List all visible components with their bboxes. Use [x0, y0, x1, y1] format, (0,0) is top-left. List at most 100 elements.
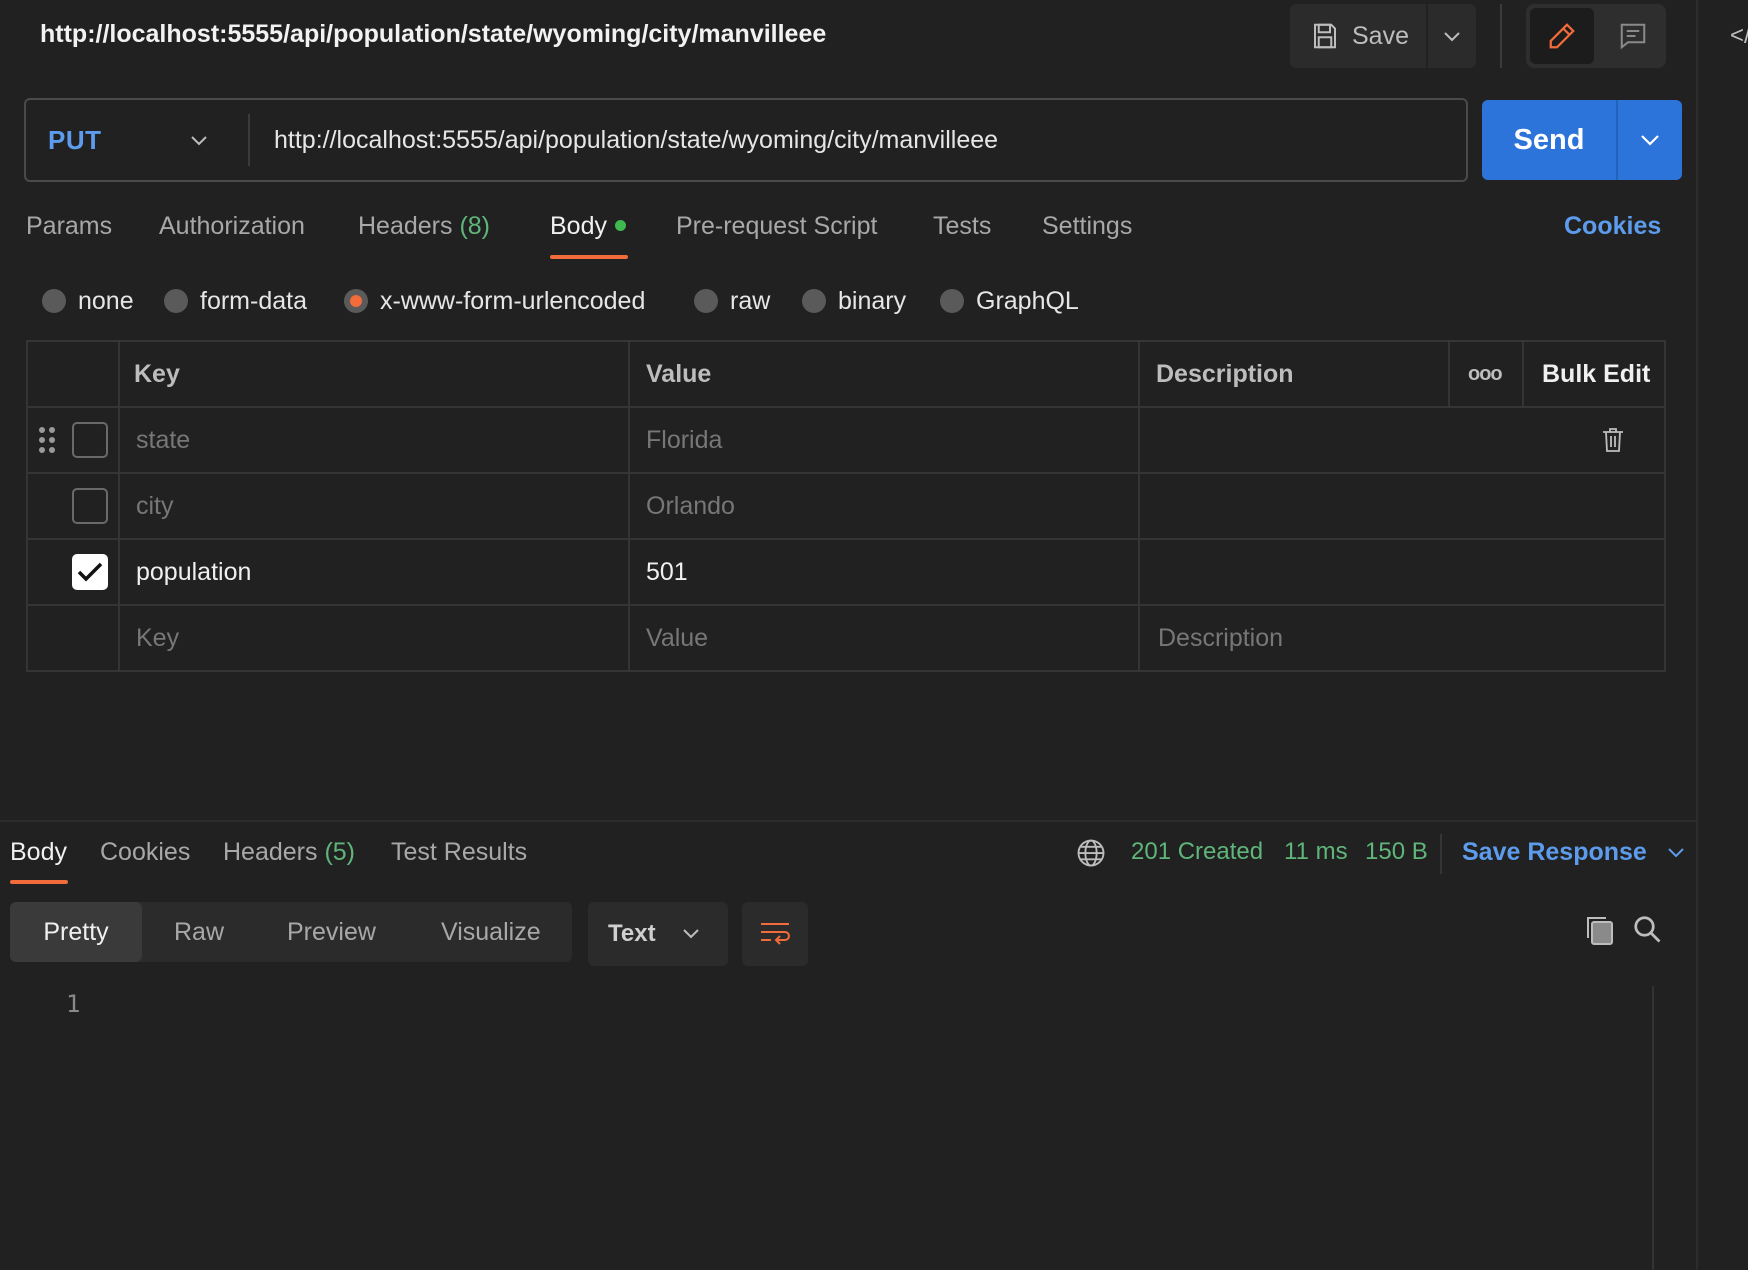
response-size[interactable]: 150 B — [1365, 838, 1428, 866]
response-tab-headers[interactable]: Headers (5) — [223, 838, 355, 867]
tab-label: Headers — [223, 838, 318, 866]
view-visualize[interactable]: Visualize — [441, 902, 541, 962]
radio-label: form-data — [200, 286, 307, 315]
table-row: population 501 — [28, 540, 1664, 606]
cookies-link[interactable]: Cookies — [1564, 212, 1661, 241]
status-code[interactable]: 201 Created — [1131, 838, 1263, 866]
send-options-button[interactable] — [1618, 100, 1682, 180]
key-field[interactable]: population — [136, 540, 251, 604]
radio-raw[interactable]: raw — [694, 284, 770, 318]
search-icon[interactable] — [1632, 914, 1662, 944]
comment-icon — [1618, 21, 1648, 51]
save-options-button[interactable] — [1426, 4, 1476, 68]
view-pretty[interactable]: Pretty — [10, 902, 142, 962]
method-selector[interactable]: PUT — [48, 100, 102, 180]
line-number: 1 — [66, 990, 81, 1018]
drag-handle-icon[interactable] — [38, 408, 56, 472]
view-raw[interactable]: Raw — [174, 902, 224, 962]
tab-label: Pre-request Script — [676, 212, 878, 240]
response-divider[interactable] — [0, 820, 1696, 822]
request-bar: PUT http://localhost:5555/api/population… — [24, 98, 1468, 182]
radio-label: GraphQL — [976, 286, 1079, 315]
row-checkbox[interactable] — [72, 422, 108, 458]
send-button[interactable]: Send — [1482, 100, 1616, 180]
response-tab-cookies[interactable]: Cookies — [100, 838, 190, 867]
tab-tests[interactable]: Tests — [933, 212, 991, 241]
column-header-value: Value — [646, 359, 712, 388]
modified-dot-icon — [614, 219, 626, 231]
response-time[interactable]: 11 ms — [1284, 838, 1348, 866]
response-tab-body[interactable]: Body — [10, 838, 67, 867]
new-description-field[interactable]: Description — [1158, 606, 1283, 670]
body-params-table: Key Value Description ooo Bulk Edit stat… — [26, 340, 1666, 672]
value-field[interactable]: Florida — [646, 408, 722, 472]
tab-pre-request-script[interactable]: Pre-request Script — [676, 212, 877, 241]
radio-icon — [42, 289, 66, 313]
more-options-icon[interactable]: ooo — [1468, 342, 1503, 406]
radio-graphql[interactable]: GraphQL — [940, 284, 1079, 318]
edit-mode-button[interactable] — [1530, 8, 1594, 64]
response-tab-test-results[interactable]: Test Results — [391, 838, 527, 867]
tab-label: Settings — [1042, 212, 1133, 240]
request-title[interactable]: http://localhost:5555/api/population/sta… — [40, 20, 826, 49]
key-field[interactable]: state — [136, 408, 190, 472]
row-checkbox-checked[interactable] — [72, 554, 108, 590]
chevron-down-icon — [1443, 30, 1461, 42]
tab-label: Params — [26, 212, 113, 240]
tab-label: Headers — [358, 212, 453, 240]
row-checkbox[interactable] — [72, 488, 108, 524]
tab-settings[interactable]: Settings — [1042, 212, 1132, 241]
key-field[interactable]: city — [136, 474, 174, 538]
radio-icon — [802, 289, 826, 313]
radio-label: raw — [730, 286, 771, 315]
tab-headers[interactable]: Headers (8) — [358, 212, 490, 241]
checkmark-icon — [77, 561, 103, 583]
save-label: Save — [1352, 21, 1409, 50]
comment-mode-button[interactable] — [1604, 8, 1662, 64]
value-field[interactable]: Orlando — [646, 474, 735, 538]
save-button[interactable]: Save — [1290, 4, 1424, 68]
radio-x-www-form-urlencoded[interactable]: x-www-form-urlencoded — [344, 284, 645, 318]
value-field[interactable]: 501 — [646, 540, 688, 604]
save-response-button[interactable]: Save Response — [1462, 838, 1685, 867]
radio-selected-icon — [344, 289, 368, 313]
editor-scrollbar[interactable] — [1652, 986, 1654, 1270]
chevron-down-icon[interactable] — [190, 100, 208, 180]
tab-params[interactable]: Params — [26, 212, 112, 241]
bulk-edit-button[interactable]: Bulk Edit — [1542, 342, 1650, 406]
url-input[interactable]: http://localhost:5555/api/population/sta… — [274, 100, 998, 180]
view-preview[interactable]: Preview — [287, 902, 376, 962]
active-tab-indicator — [10, 880, 68, 884]
radio-label: none — [78, 286, 134, 315]
tab-body[interactable]: Body — [550, 212, 626, 241]
format-select[interactable]: Text — [588, 902, 728, 966]
tab-authorization[interactable]: Authorization — [159, 212, 305, 241]
code-icon[interactable]: </ — [1730, 22, 1748, 50]
format-label: Text — [608, 920, 656, 947]
column-header-description: Description — [1156, 359, 1294, 388]
toolbar-divider — [1500, 4, 1502, 68]
method-divider — [248, 114, 250, 166]
mode-toggle — [1526, 4, 1666, 68]
chevron-down-icon — [682, 928, 700, 940]
tab-count: (8) — [459, 212, 491, 240]
radio-form-data[interactable]: form-data — [164, 284, 307, 318]
chevron-down-icon — [1667, 847, 1685, 859]
radio-none[interactable]: none — [42, 284, 134, 318]
save-button-group: Save — [1290, 4, 1476, 68]
tab-label: Tests — [933, 212, 992, 240]
tab-label: Authorization — [159, 212, 305, 240]
new-value-field[interactable]: Value — [646, 606, 708, 670]
table-row-new: Key Value Description — [28, 606, 1664, 670]
radio-icon — [694, 289, 718, 313]
copy-icon[interactable] — [1584, 914, 1614, 946]
table-row: state Florida — [28, 408, 1664, 474]
save-icon — [1310, 21, 1340, 51]
wrap-lines-button[interactable] — [742, 902, 808, 966]
trash-icon[interactable] — [1602, 408, 1624, 472]
globe-icon[interactable] — [1076, 838, 1106, 868]
new-key-field[interactable]: Key — [136, 606, 179, 670]
wrap-lines-icon — [759, 920, 791, 948]
radio-binary[interactable]: binary — [802, 284, 906, 318]
right-panel-divider — [1696, 0, 1698, 1270]
